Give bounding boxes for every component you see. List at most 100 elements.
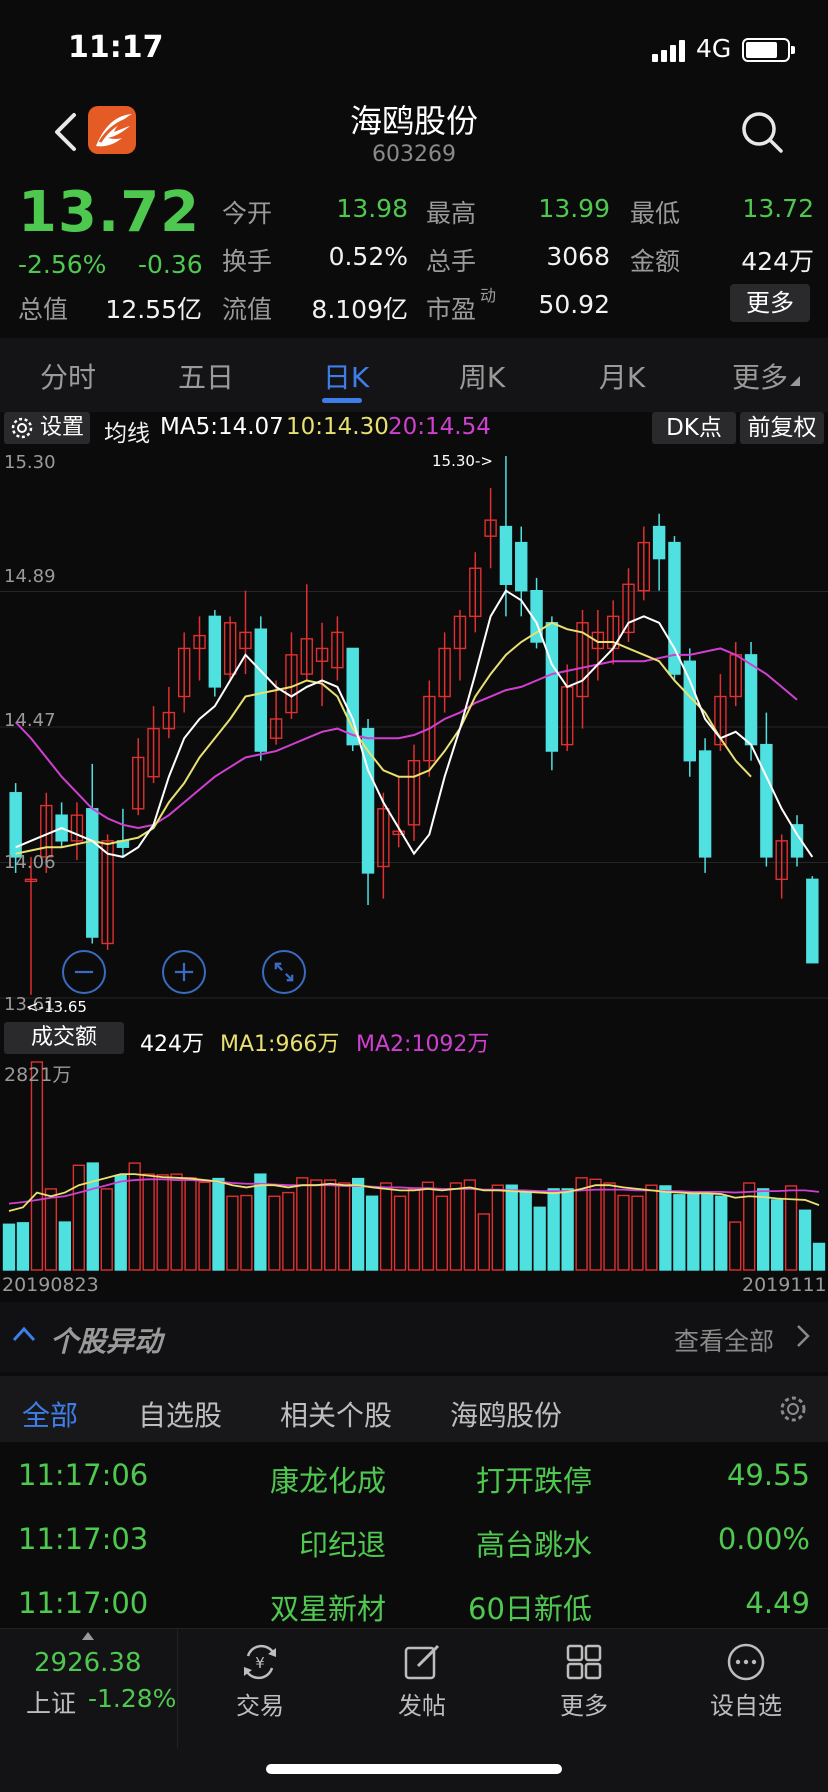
stock-code: 603269 [372, 142, 456, 167]
date-end: 20191111 [742, 1274, 828, 1296]
volume-bar [170, 1173, 183, 1271]
candle-body [744, 654, 758, 746]
turnover-label: 换手 [222, 247, 273, 276]
volume-bar [757, 1188, 770, 1271]
volume-bar [393, 1195, 407, 1271]
volume-bar [365, 1195, 379, 1271]
current-price: 13.72 [18, 180, 201, 245]
volume-bar [72, 1164, 85, 1271]
alert-value: 0.00% [717, 1522, 810, 1556]
candle-body [499, 525, 513, 585]
alert-event: 打开跌停 [476, 1464, 593, 1498]
filter-tab-all[interactable]: 全部 [22, 1394, 78, 1434]
volume-bar [463, 1179, 477, 1271]
triangle-down-icon [790, 376, 800, 386]
volume-ma1: MA1:966万 [220, 1032, 340, 1057]
candle-body [806, 878, 819, 964]
tab-more[interactable]: 更多 [700, 356, 820, 396]
volume-bar [491, 1184, 504, 1271]
volume-bar [240, 1194, 253, 1271]
grid-icon[interactable] [564, 1642, 604, 1682]
tab-daily-k[interactable]: 日K [286, 356, 406, 396]
zoom-in-icon[interactable] [162, 950, 206, 994]
volume-bar [114, 1174, 127, 1271]
tab-trade[interactable]: 交易 [200, 1686, 320, 1721]
zoom-out-icon[interactable] [62, 950, 106, 994]
volume-bar [701, 1194, 714, 1271]
edit-icon[interactable] [402, 1642, 442, 1682]
volume-bar [477, 1213, 490, 1271]
volume-bar [324, 1179, 337, 1271]
tab-five-day[interactable]: 五日 [146, 356, 266, 396]
anomaly-header[interactable]: 个股异动 查看全部 [0, 1302, 828, 1372]
add-watchlist-icon[interactable] [726, 1642, 766, 1682]
index-percent: -1.28% [88, 1684, 177, 1713]
fullscreen-icon[interactable] [262, 950, 306, 994]
volume-bar [351, 1177, 365, 1271]
change-amount: -0.36 [138, 250, 203, 279]
alert-time: 11:17:03 [18, 1522, 149, 1556]
volume-bar [575, 1177, 588, 1271]
settings-label: 设置 [40, 415, 85, 440]
chart-settings-button[interactable]: 设置 [4, 412, 90, 444]
search-icon[interactable] [740, 110, 784, 154]
volume-bar [226, 1195, 239, 1271]
volume-bar [212, 1177, 225, 1271]
chevron-up-icon [12, 1326, 36, 1342]
tab-monthly-k[interactable]: 月K [562, 356, 682, 396]
volume-bar [687, 1191, 700, 1271]
volume-bar [2, 1223, 16, 1271]
tab-add-watchlist[interactable]: 设自选 [686, 1686, 806, 1721]
candle-body [683, 660, 696, 762]
amount-value: 424万 [741, 247, 814, 276]
candle-body [515, 541, 528, 592]
volume-bar [533, 1206, 546, 1271]
filter-tab-stock[interactable]: 海鸥股份 [450, 1394, 562, 1434]
forward-adjust-button[interactable]: 前复权 [740, 412, 824, 444]
alert-row[interactable]: 11:17:00 双星新材 60日新低 4.49 [0, 1572, 828, 1636]
filter-tab-watchlist[interactable]: 自选股 [138, 1394, 222, 1434]
battery-icon [742, 38, 795, 62]
volume-chart[interactable] [0, 1058, 828, 1272]
alert-row[interactable]: 11:17:06 康龙化成 打开跌停 49.55 [0, 1444, 828, 1508]
volume-tab[interactable]: 成交额 [4, 1022, 124, 1054]
tab-weekly-k[interactable]: 周K [422, 356, 542, 396]
float-cap-label: 流值 [222, 295, 273, 324]
ma10-value: 10:14.30 [286, 414, 389, 440]
view-all-link[interactable]: 查看全部 [674, 1322, 774, 1358]
turnover-value: 0.52% [328, 242, 408, 271]
trade-icon[interactable]: ¥ [240, 1642, 280, 1682]
status-time: 11:17 [68, 30, 164, 65]
alert-value: 4.49 [745, 1586, 810, 1620]
volume-bar [254, 1173, 267, 1271]
alert-time: 11:17:06 [18, 1458, 149, 1492]
volume-bar [519, 1191, 532, 1271]
volume-max-label: 2821万 [4, 1064, 72, 1086]
filter-tab-related[interactable]: 相关个股 [280, 1394, 392, 1434]
app-logo-icon [88, 106, 136, 154]
volume-bar [729, 1221, 742, 1271]
quote-more-button[interactable]: 更多 [730, 284, 810, 322]
alert-row[interactable]: 11:17:03 印纪退 高台跳水 0.00% [0, 1508, 828, 1572]
index-ticker[interactable]: 2926.38 上证 -1.28% [0, 1628, 178, 1748]
candle-body [760, 743, 773, 858]
volume-bar [296, 1177, 309, 1271]
dk-point-button[interactable]: DK点 [652, 412, 736, 444]
index-name: 上证 [26, 1689, 77, 1718]
tab-more-bottom[interactable]: 更多 [524, 1686, 644, 1721]
back-icon[interactable] [52, 112, 78, 152]
settings-gear-icon[interactable] [778, 1394, 808, 1424]
y-tick-label: 14.47 [4, 710, 56, 731]
anomaly-title: 个股异动 [50, 1325, 163, 1358]
volume-ma2: MA2:1092万 [356, 1032, 490, 1057]
tab-post[interactable]: 发帖 [362, 1686, 482, 1721]
low-value: 13.72 [742, 194, 814, 223]
tab-intraday[interactable]: 分时 [8, 356, 128, 396]
float-cap-value: 8.109亿 [311, 295, 408, 324]
volume-bar [338, 1182, 351, 1271]
volume-bar [379, 1182, 393, 1271]
candlestick-chart[interactable] [0, 446, 828, 1018]
low-label: 最低 [630, 199, 681, 228]
y-tick-label: 15.30 [4, 452, 56, 473]
alert-stock-name: 康龙化成 [269, 1464, 386, 1498]
